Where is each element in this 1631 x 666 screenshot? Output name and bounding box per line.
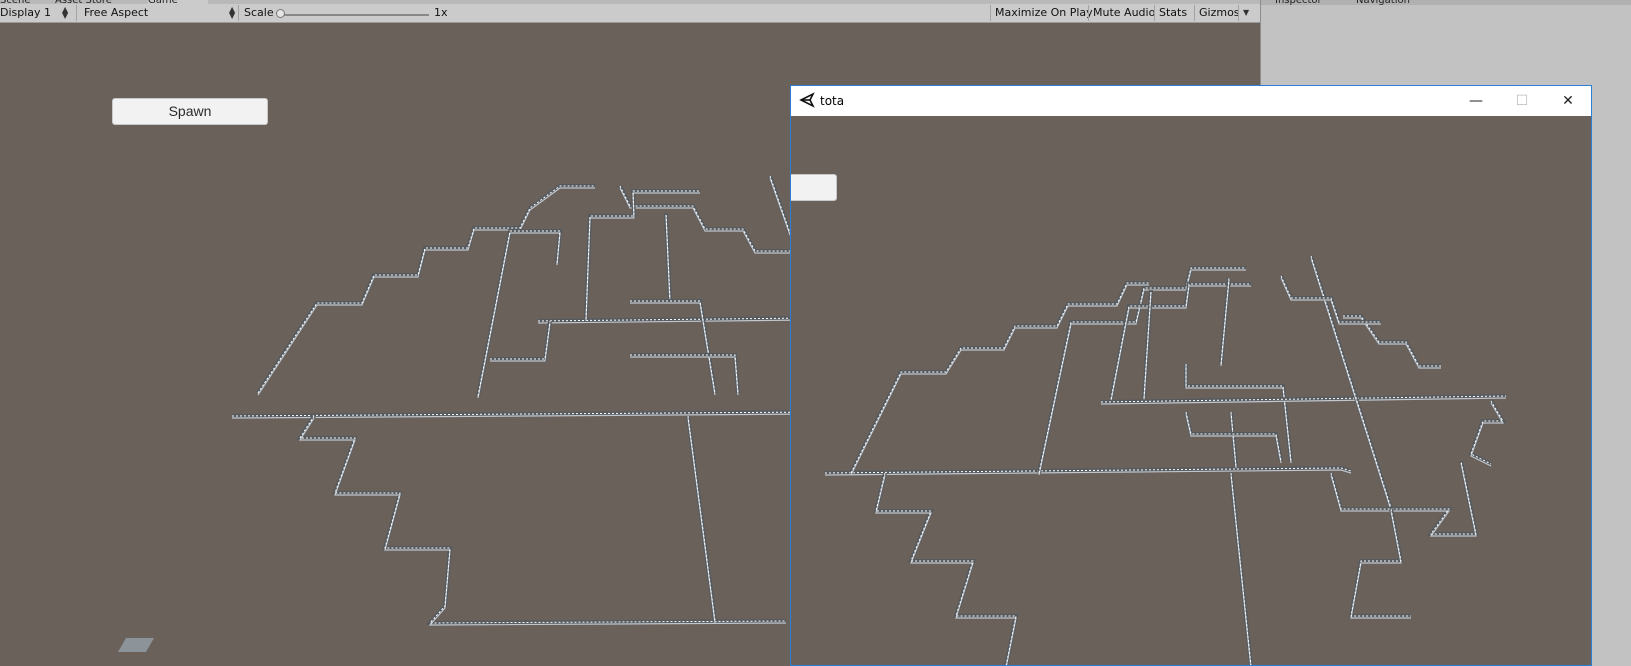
road-segment (619, 187, 800, 254)
road-segment (630, 356, 739, 396)
close-icon[interactable]: ✕ (1545, 86, 1591, 116)
inspector-tab-strip: Inspector Navigation (1261, 0, 1631, 6)
maximize-on-play-toggle[interactable]: Maximize On Play (995, 4, 1093, 22)
road-segment (619, 185, 800, 252)
road-segment (849, 281, 1149, 474)
road-segment (1184, 364, 1293, 462)
scale-label: Scale (244, 6, 274, 19)
player-window: tota — ☐ ✕ (790, 85, 1592, 666)
scale-slider-track[interactable] (282, 14, 429, 16)
road-segment (1468, 399, 1507, 466)
road-segment (1310, 257, 1392, 511)
tab-inspector[interactable]: Inspector (1275, 0, 1345, 6)
road-segment (257, 185, 595, 394)
road-segment (1109, 282, 1251, 400)
window-title: tota (820, 94, 845, 108)
road-segment (257, 187, 595, 396)
divider (990, 5, 991, 21)
road-segment (850, 282, 1149, 474)
scale-value: 1x (434, 6, 448, 19)
display-label: Display 1 (0, 6, 52, 19)
maximize-icon[interactable]: ☐ (1499, 86, 1545, 116)
road-segment (1185, 366, 1292, 464)
display-dropdown[interactable]: Display 1 ▲ ▼ (0, 4, 70, 22)
aspect-label: Free Aspect (84, 6, 149, 19)
road-segment (618, 185, 800, 253)
road-segment (1110, 285, 1251, 402)
road-segment (630, 354, 739, 394)
divider (238, 5, 239, 21)
road-segment (256, 184, 595, 395)
road-segment (875, 474, 1017, 665)
divider (1154, 5, 1155, 21)
road-segment (769, 177, 791, 236)
road-segment (875, 472, 1017, 665)
road-segment (1110, 283, 1251, 400)
divider (1194, 5, 1195, 21)
dropdown-arrows-icon: ▲ ▼ (62, 5, 69, 20)
spawn-button[interactable]: Spawn (112, 98, 268, 125)
aspect-dropdown[interactable]: Free Aspect ▲ ▼ (84, 4, 236, 22)
road-segment (873, 472, 1019, 665)
divider (1238, 5, 1239, 21)
road-segment (1330, 460, 1477, 535)
scale-slider-thumb[interactable] (276, 9, 285, 18)
unity-logo-icon (799, 92, 815, 108)
road-segment (476, 229, 563, 397)
road-segment (477, 230, 561, 397)
tab-navigation[interactable]: Navigation (1356, 0, 1436, 6)
road-segment (490, 320, 551, 360)
divider (1088, 5, 1089, 21)
road-segment (1230, 472, 1252, 665)
stats-toggle[interactable]: Stats (1159, 4, 1187, 22)
divider (76, 5, 77, 21)
gizmos-arrow-icon[interactable]: ▼ (1243, 9, 1249, 17)
road-segment (1185, 364, 1292, 462)
minimize-icon[interactable]: — (1453, 86, 1499, 116)
road-segment (1330, 462, 1477, 537)
window-titlebar[interactable]: tota — ☐ ✕ (791, 86, 1591, 116)
road-segment (477, 232, 561, 399)
road-segment (490, 322, 551, 362)
mute-audio-toggle[interactable]: Mute Audio (1093, 4, 1155, 22)
gizmos-dropdown[interactable]: Gizmos (1199, 4, 1240, 22)
dropdown-arrows-icon: ▲ ▼ (229, 5, 236, 20)
road-segment (1329, 460, 1479, 536)
player-game-view (791, 116, 1591, 665)
road-segment (490, 320, 552, 361)
game-view-toolbar: Display 1 ▲ ▼ Free Aspect ▲ ▼ Scale 1x Max… (0, 4, 1260, 23)
road-segment (630, 353, 740, 394)
road-network-player (824, 255, 1507, 665)
